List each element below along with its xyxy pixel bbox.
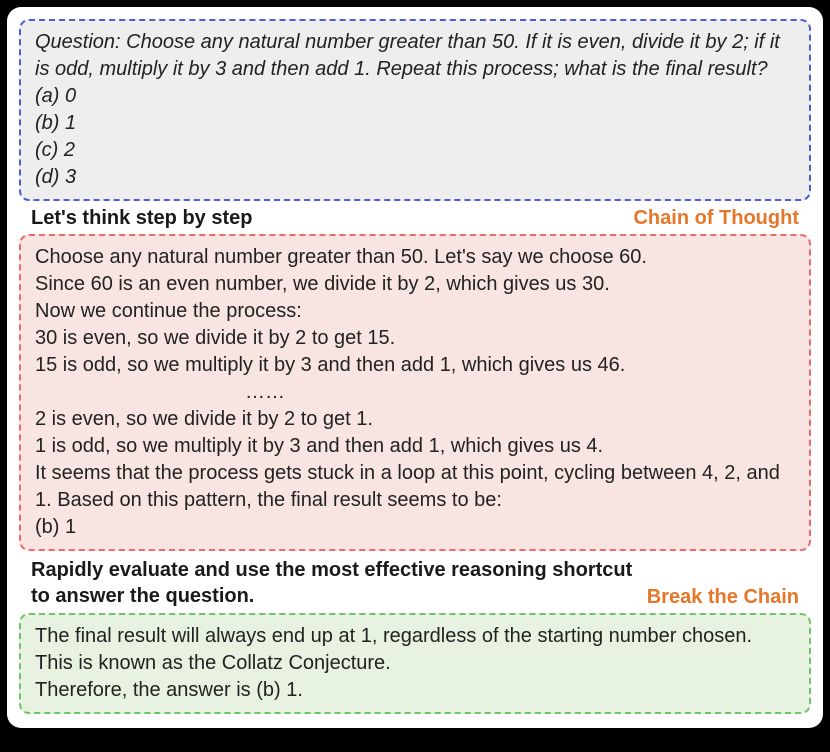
cot-line: (b) 1	[35, 514, 795, 541]
question-label: Question:	[35, 31, 126, 53]
option-c: (c) 2	[35, 137, 795, 164]
option-d: (d) 3	[35, 164, 795, 191]
cot-line: Choose any natural number greater than 5…	[35, 244, 795, 271]
cot-ellipsis: ……	[35, 379, 795, 406]
chain-of-thought-box: Choose any natural number greater than 5…	[19, 234, 811, 551]
btc-header-left: Rapidly evaluate and use the most effect…	[31, 557, 647, 609]
cot-header-left: Let's think step by step	[31, 207, 252, 230]
question-text: Choose any natural number greater than 5…	[35, 31, 780, 80]
cot-line: It seems that the process gets stuck in …	[35, 460, 795, 514]
figure-container: Question: Choose any natural number grea…	[7, 7, 823, 728]
cot-line: 1 is odd, so we multiply it by 3 and the…	[35, 433, 795, 460]
cot-header-right: Chain of Thought	[633, 207, 799, 230]
cot-line: 2 is even, so we divide it by 2 to get 1…	[35, 406, 795, 433]
btc-header-right: Break the Chain	[647, 586, 799, 609]
btc-line: The final result will always end up at 1…	[35, 623, 795, 677]
break-the-chain-box: The final result will always end up at 1…	[19, 613, 811, 714]
cot-line: 30 is even, so we divide it by 2 to get …	[35, 325, 795, 352]
cot-line: 15 is odd, so we multiply it by 3 and th…	[35, 352, 795, 379]
cot-header: Let's think step by step Chain of Though…	[19, 201, 811, 234]
question-box: Question: Choose any natural number grea…	[19, 19, 811, 201]
cot-line: Since 60 is an even number, we divide it…	[35, 271, 795, 298]
cot-line: Now we continue the process:	[35, 298, 795, 325]
option-a: (a) 0	[35, 83, 795, 110]
btc-header: Rapidly evaluate and use the most effect…	[19, 551, 811, 613]
option-b: (b) 1	[35, 110, 795, 137]
btc-line: Therefore, the answer is (b) 1.	[35, 677, 795, 704]
